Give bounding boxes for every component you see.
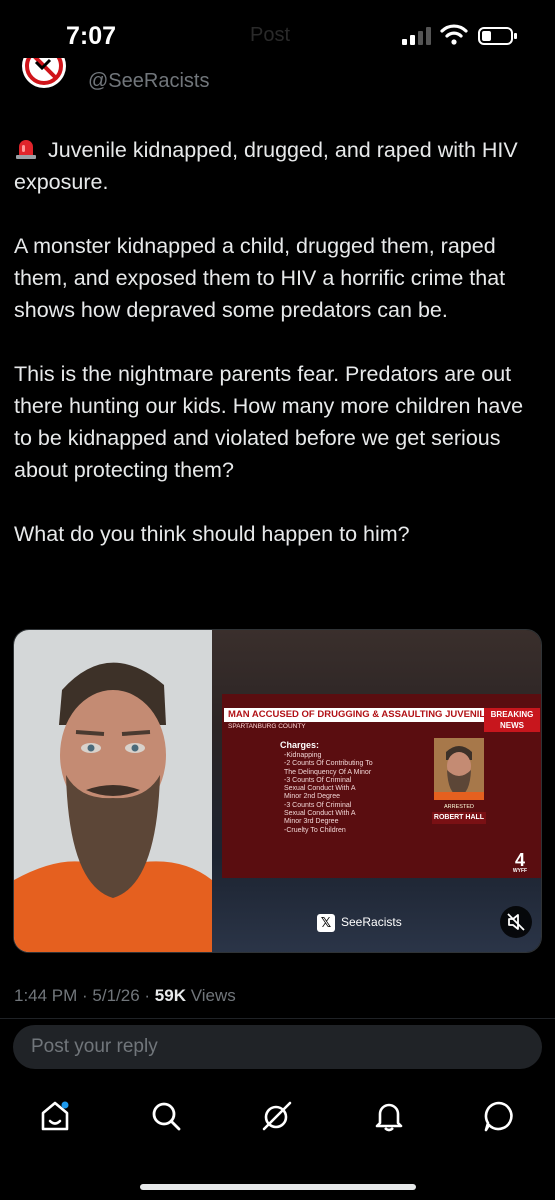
- tweet-paragraph-2: This is the nightmare parents fear. Pred…: [14, 362, 524, 482]
- bottom-nav: [0, 1085, 555, 1145]
- charge-line: Minor 2nd Degree: [284, 793, 341, 801]
- charge-line: The Delinquency Of A Minor: [284, 768, 372, 776]
- tweet-headline-text: Juvenile kidnapped, drugged, and raped w…: [14, 138, 518, 194]
- tweet-author[interactable]: @SeeRacists: [20, 58, 540, 100]
- tweet-meta: 1:44 PM · 5/1/26 · 59K Views: [14, 986, 236, 1005]
- header-ghost-title: Post: [250, 24, 291, 46]
- tweet-paragraph-1: A monster kidnapped a child, drugged the…: [14, 234, 506, 322]
- news-graphic: MAN ACCUSED OF DRUGGING & ASSAULTING JUV…: [222, 694, 541, 878]
- station-name: WYFF: [512, 868, 528, 874]
- x-logo-icon: 𝕏: [317, 914, 335, 932]
- tweet-time[interactable]: 1:44 PM: [14, 986, 77, 1005]
- views-label: Views: [190, 986, 236, 1005]
- station-logo: 4 WYFF: [500, 850, 540, 874]
- news-headline: MAN ACCUSED OF DRUGGING & ASSAULTING JUV…: [224, 708, 486, 722]
- mugshot-image[interactable]: [14, 630, 212, 953]
- arrested-label: ARRESTED: [444, 804, 474, 810]
- rotating-light-icon: [16, 140, 36, 159]
- mute-icon[interactable]: [500, 906, 532, 938]
- news-screenshot[interactable]: MAN ACCUSED OF DRUGGING & ASSAULTING JUV…: [212, 630, 541, 952]
- search-icon[interactable]: [149, 1099, 183, 1133]
- reply-input[interactable]: Post your reply: [13, 1025, 542, 1069]
- news-subheadline: SPARTANBURG COUNTY: [228, 723, 306, 730]
- messages-icon[interactable]: [482, 1099, 516, 1133]
- tweet-date[interactable]: 5/1/26: [92, 986, 139, 1005]
- wifi-icon: [440, 24, 468, 45]
- divider: [0, 1018, 555, 1019]
- station-number: 4: [514, 850, 525, 870]
- x-watermark: 𝕏 SeeRacists: [317, 914, 402, 932]
- no-racism-avatar-icon[interactable]: [20, 58, 68, 96]
- charge-line: Minor 3rd Degree: [284, 818, 339, 826]
- signal-icon: [402, 27, 431, 45]
- battery-icon: [478, 27, 517, 45]
- mini-mugshot-image: [434, 738, 484, 800]
- charge-line: -Cruelty To Children: [284, 826, 346, 834]
- tweet-media[interactable]: MAN ACCUSED OF DRUGGING & ASSAULTING JUV…: [13, 629, 542, 953]
- charge-line: Sexual Conduct With A: [284, 810, 356, 818]
- charge-line: -3 Counts Of Criminal: [284, 801, 352, 809]
- tweet-headline: Juvenile kidnapped, drugged, and raped w…: [14, 134, 538, 198]
- reply-placeholder: Post your reply: [31, 1036, 158, 1057]
- notifications-icon[interactable]: [372, 1099, 406, 1133]
- author-handle[interactable]: @SeeRacists: [88, 70, 209, 93]
- breaking-news-badge: BREAKING NEWS: [484, 708, 540, 732]
- status-time: 7:07: [66, 22, 117, 50]
- charge-line: -2 Counts Of Contributing To: [284, 760, 373, 768]
- charges-list: -Kidnapping -2 Counts Of Contributing To…: [284, 752, 434, 835]
- arrested-name: ROBERT HALL: [432, 812, 486, 824]
- views-count[interactable]: 59K: [155, 986, 186, 1005]
- grok-icon[interactable]: [260, 1099, 294, 1133]
- home-icon[interactable]: [38, 1099, 72, 1133]
- tweet-paragraph-3: What do you think should happen to him?: [14, 522, 410, 546]
- charge-line: Sexual Conduct With A: [284, 785, 356, 793]
- home-indicator[interactable]: [140, 1184, 416, 1190]
- charge-line: -3 Counts Of Criminal: [284, 776, 352, 784]
- watermark-handle: SeeRacists: [341, 915, 402, 930]
- charge-line: -Kidnapping: [284, 752, 322, 759]
- charges-title: Charges:: [280, 740, 320, 750]
- tweet-text: Juvenile kidnapped, drugged, and raped w…: [14, 134, 538, 582]
